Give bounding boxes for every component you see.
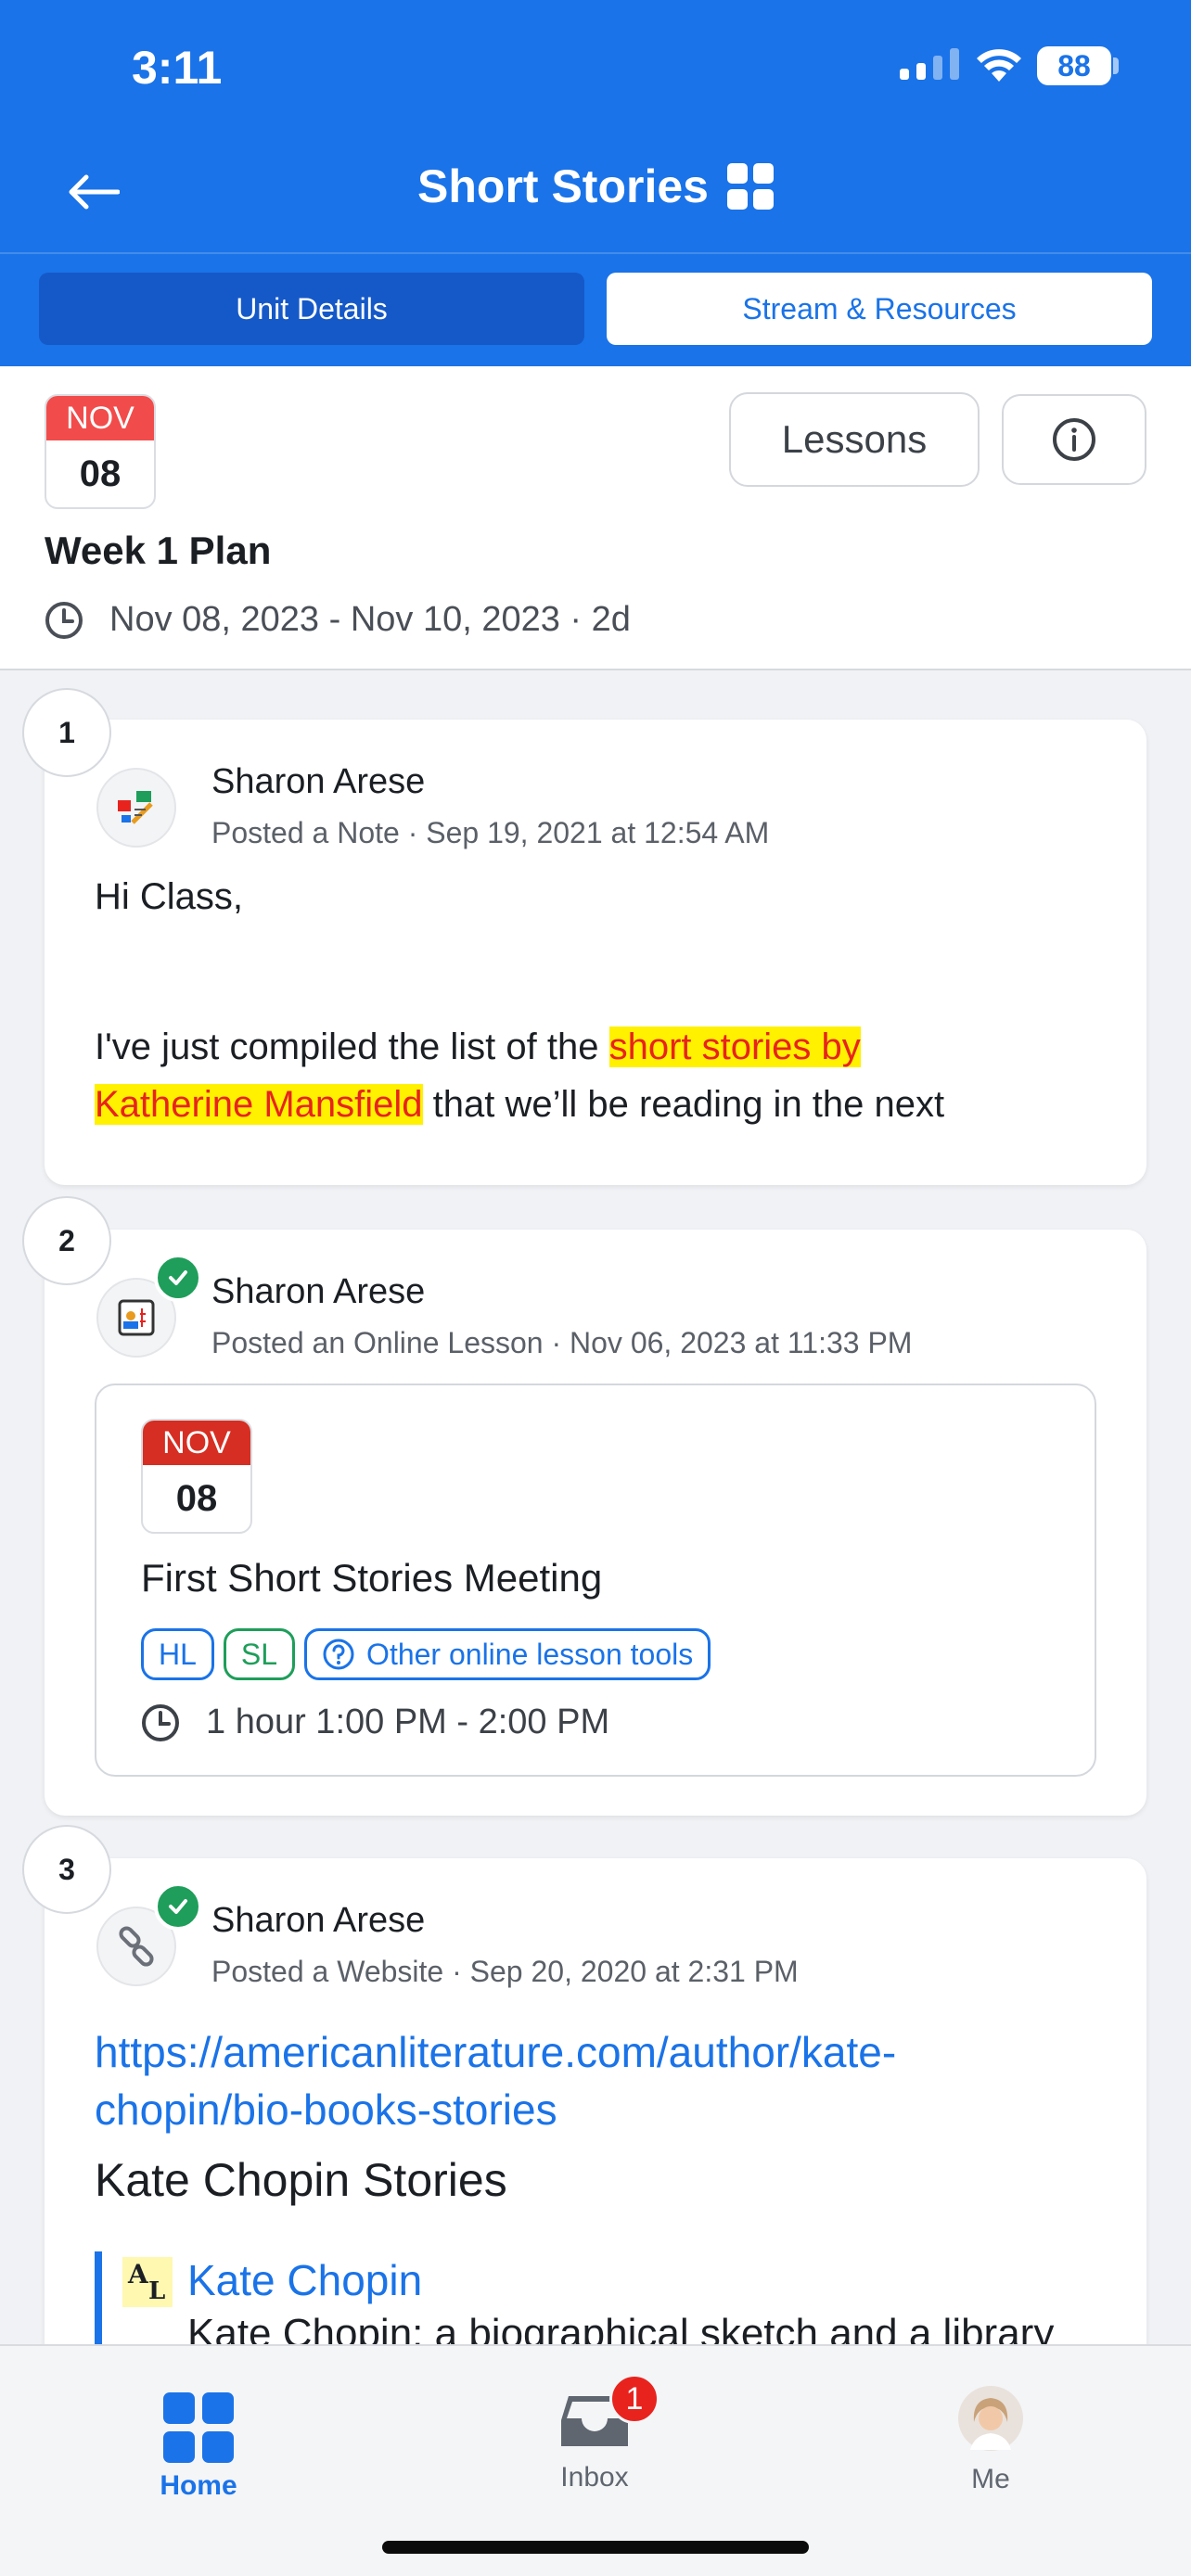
american-literature-logo-icon: A L xyxy=(122,2257,173,2307)
post-body-text-2: that we’ll be reading in the next xyxy=(422,1084,945,1125)
help-circle-icon xyxy=(323,1639,354,1670)
post-number-badge: 1 xyxy=(22,688,111,777)
unit-date-calendar: NOV 08 xyxy=(45,394,156,509)
post-author: Sharon Arese xyxy=(211,1272,426,1311)
post-number-badge: 2 xyxy=(22,1196,111,1285)
highlighted-text: Katherine Mansfield xyxy=(95,1084,423,1125)
unit-summary: NOV 08 Lessons Week 1 Plan Nov 08, 2023 … xyxy=(0,366,1191,670)
lessons-button[interactable]: Lessons xyxy=(729,392,980,487)
post-body: I've just compiled the list of the short… xyxy=(95,1018,1109,1133)
post-author: Sharon Arese xyxy=(211,762,426,801)
check-icon xyxy=(154,1254,202,1302)
post-meta: Posted a Note · Sep 19, 2021 at 12:54 AM xyxy=(211,816,770,849)
lesson-tags: HL SL Other online lesson tools xyxy=(141,1628,711,1680)
info-icon xyxy=(1053,418,1095,461)
week-range-text: Nov 08, 2023 - Nov 10, 2023 · 2d xyxy=(109,600,631,639)
post-meta: Posted an Online Lesson · Nov 06, 2023 a… xyxy=(211,1326,913,1359)
home-indicator xyxy=(382,2541,809,2554)
inbox-unread-badge: 1 xyxy=(609,2374,660,2424)
calendar-day: 08 xyxy=(79,453,122,494)
link-icon xyxy=(119,1926,154,1967)
post-card-note[interactable]: Sharon Arese Posted a Note · Sep 19, 202… xyxy=(45,720,1146,1185)
cellular-signal-icon xyxy=(900,48,959,80)
week-title: Week 1 Plan xyxy=(45,529,272,572)
website-title: Kate Chopin Stories xyxy=(95,2154,507,2206)
battery-level: 88 xyxy=(1037,46,1111,85)
page-title-row: Short Stories xyxy=(0,159,1191,213)
grid-icon[interactable] xyxy=(726,163,774,210)
tab-unit-details[interactable]: Unit Details xyxy=(39,273,584,345)
website-link-line-2: chopin/bio-books-stories xyxy=(95,2085,557,2134)
calendar-month: NOV xyxy=(143,1421,250,1465)
tab-me[interactable]: Me xyxy=(898,2365,1083,2495)
note-type-icon xyxy=(96,768,176,848)
post-greeting: Hi Class, xyxy=(95,876,244,917)
note-icon xyxy=(118,791,153,824)
highlighted-text: short stories by xyxy=(608,1027,861,1067)
tab-home[interactable]: Home xyxy=(106,2365,291,2502)
online-lesson-card[interactable]: NOV 08 First Short Stories Meeting HL SL… xyxy=(95,1384,1096,1777)
tag-online-lesson-tools[interactable]: Other online lesson tools xyxy=(304,1628,711,1680)
post-author: Sharon Arese xyxy=(211,1901,426,1940)
lesson-time: 1 hour 1:00 PM - 2:00 PM xyxy=(141,1702,609,1742)
clock-icon xyxy=(45,601,83,639)
calendar-day: 08 xyxy=(175,1478,218,1519)
post-meta: Posted a Website · Sep 20, 2020 at 2:31 … xyxy=(211,1955,799,1988)
tab-inbox[interactable]: Inbox 1 xyxy=(502,2365,687,2493)
post-number-badge: 3 xyxy=(22,1825,111,1914)
tag-hl: HL xyxy=(141,1628,214,1680)
status-time: 3:11 xyxy=(132,42,223,94)
avatar xyxy=(958,2386,1023,2451)
app-header: 3:11 88 Short Stories Unit Details Strea… xyxy=(0,0,1191,366)
tab-inbox-label: Inbox xyxy=(560,2462,629,2493)
clock-icon xyxy=(142,1703,179,1741)
preview-author-link[interactable]: Kate Chopin xyxy=(187,2255,422,2305)
check-icon xyxy=(154,1882,202,1931)
tab-stream-resources[interactable]: Stream & Resources xyxy=(607,273,1152,345)
lesson-date-calendar: NOV 08 xyxy=(141,1419,252,1534)
website-link-line-1: https://americanliterature.com/author/ka… xyxy=(95,2028,897,2076)
week-date-range: Nov 08, 2023 - Nov 10, 2023 · 2d xyxy=(45,600,631,640)
info-button[interactable] xyxy=(1002,394,1146,485)
wifi-icon xyxy=(977,49,1021,82)
lesson-time-text: 1 hour 1:00 PM - 2:00 PM xyxy=(206,1702,610,1741)
lesson-title: First Short Stories Meeting xyxy=(141,1556,603,1600)
home-grid-icon xyxy=(163,2392,234,2463)
header-divider xyxy=(0,252,1191,254)
tab-home-label: Home xyxy=(160,2470,237,2501)
post-card-online-lesson[interactable]: Sharon Arese Posted an Online Lesson · N… xyxy=(45,1230,1146,1816)
online-lesson-icon xyxy=(118,1299,155,1336)
post-body-text-1: I've just compiled the list of the xyxy=(95,1027,609,1067)
page-title: Short Stories xyxy=(417,160,709,212)
tab-me-label: Me xyxy=(971,2464,1010,2494)
tag-sl: SL xyxy=(223,1628,296,1680)
battery-tip xyxy=(1113,57,1119,74)
post-card-website[interactable]: Sharon Arese Posted a Website · Sep 20, … xyxy=(45,1858,1146,2415)
calendar-month: NOV xyxy=(46,396,154,440)
tag-online-lesson-tools-label: Other online lesson tools xyxy=(366,1637,694,1671)
website-link[interactable]: https://americanliterature.com/author/ka… xyxy=(95,2023,1091,2138)
